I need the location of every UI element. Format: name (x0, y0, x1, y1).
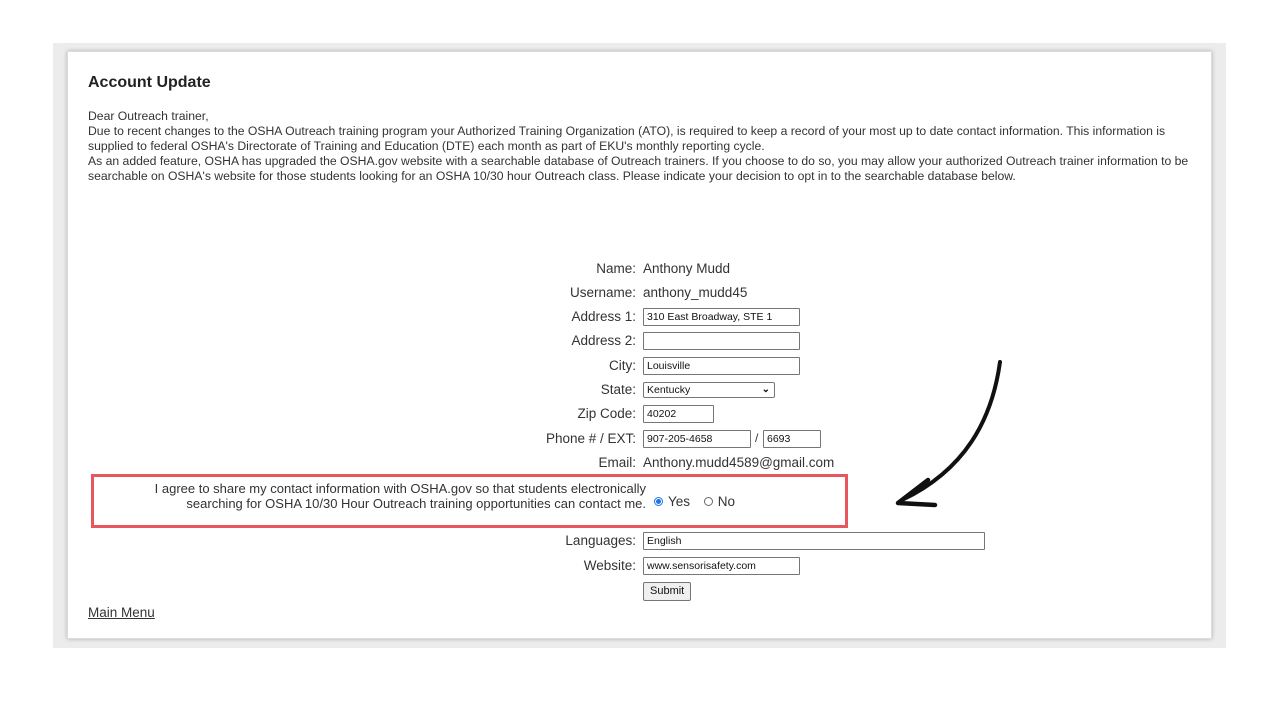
page-title: Account Update (88, 74, 211, 91)
languages-row: Languages: (68, 532, 1211, 552)
consent-no-label: No (717, 494, 736, 509)
intro-text: Dear Outreach trainer, Due to recent cha… (88, 109, 1198, 184)
phone-ext-separator: / (755, 431, 759, 445)
state-selected-value: Kentucky (647, 384, 691, 396)
languages-input[interactable] (643, 532, 985, 550)
name-label: Name: (596, 261, 636, 276)
website-label: Website: (583, 558, 636, 573)
username-row: Username: anthony_mudd45 (68, 285, 1211, 305)
consent-no-option[interactable]: No (703, 494, 736, 509)
state-select[interactable]: Kentucky ⌄ (643, 382, 775, 398)
zip-input[interactable] (643, 405, 714, 423)
address1-label: Address 1: (571, 309, 636, 324)
email-label: Email: (598, 455, 636, 470)
zip-label: Zip Code: (577, 406, 636, 421)
address1-row: Address 1: (68, 308, 1211, 328)
address2-row: Address 2: (68, 332, 1211, 352)
consent-yes-label: Yes (668, 494, 691, 509)
chevron-down-icon: ⌄ (761, 384, 770, 395)
consent-label: I agree to share my contact information … (154, 481, 646, 511)
address2-input[interactable] (643, 332, 800, 350)
intro-paragraph-2: As an added feature, OSHA has upgraded t… (88, 154, 1189, 183)
intro-greeting: Dear Outreach trainer, (88, 109, 209, 123)
consent-no-radio[interactable] (703, 496, 713, 506)
submit-button[interactable]: Submit (643, 582, 692, 601)
name-value: Anthony Mudd (643, 261, 731, 276)
address1-input[interactable] (643, 308, 800, 326)
consent-highlight-box: I agree to share my contact information … (91, 474, 848, 528)
website-row: Website: (68, 557, 1211, 577)
ext-input[interactable] (763, 430, 821, 448)
username-label: Username: (569, 285, 636, 300)
city-input[interactable] (643, 357, 800, 375)
phone-input[interactable] (643, 430, 751, 448)
email-row: Email: Anthony.mudd4589@gmail.com (68, 455, 1211, 475)
email-value: Anthony.mudd4589@gmail.com (643, 455, 835, 470)
account-update-panel: Account Update Dear Outreach trainer, Du… (67, 51, 1212, 639)
website-input[interactable] (643, 557, 800, 575)
zip-row: Zip Code: (68, 405, 1211, 425)
intro-paragraph-1: Due to recent changes to the OSHA Outrea… (88, 124, 1166, 153)
address2-label: Address 2: (571, 333, 636, 348)
state-label: State: (600, 382, 636, 397)
username-value: anthony_mudd45 (643, 285, 748, 300)
consent-radio-group: Yes No (654, 494, 735, 509)
state-row: State: Kentucky ⌄ (68, 382, 1211, 402)
consent-yes-option[interactable]: Yes (654, 494, 694, 509)
phone-row: Phone # / EXT: / (68, 430, 1211, 450)
main-menu-link[interactable]: Main Menu (88, 605, 155, 620)
consent-yes-radio[interactable] (654, 496, 663, 506)
city-row: City: (68, 357, 1211, 377)
city-label: City: (609, 358, 636, 373)
annotation-arrow-icon (895, 360, 1002, 508)
languages-label: Languages: (565, 533, 636, 548)
name-row: Name: Anthony Mudd (68, 261, 1211, 281)
phone-label: Phone # / EXT: (545, 431, 636, 446)
